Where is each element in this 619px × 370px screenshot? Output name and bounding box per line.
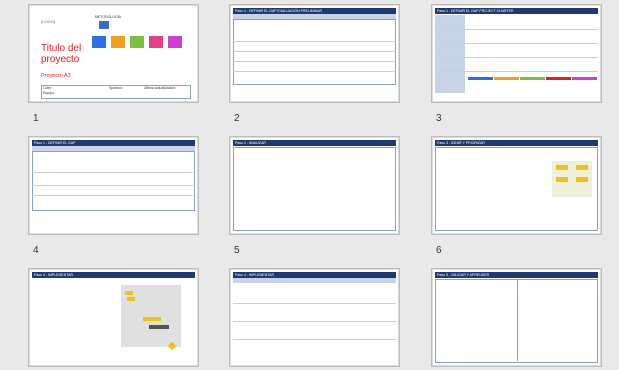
slide-header: Paso 5 - VALIDAR Y APRENDER bbox=[435, 272, 598, 278]
process-step-4 bbox=[149, 36, 163, 48]
slide-thumbnail-3[interactable]: Paso 1 - DEFINIR EL GAP PROJECT CHARTER bbox=[431, 4, 602, 103]
slide-header: Paso 1 - DEFINIR EL GAP PROJECT CHARTER bbox=[435, 8, 598, 14]
content-area bbox=[233, 147, 396, 231]
process-step-5 bbox=[168, 36, 182, 48]
cover-logo: (LOGO) bbox=[41, 19, 56, 24]
slide-thumbnail-5[interactable]: Paso 2 - ANALIZAR bbox=[229, 136, 400, 235]
slide-sorter-grid: (LOGO) METODOLOGÍA Titulo del proyecto P… bbox=[0, 0, 619, 370]
process-step-3 bbox=[130, 36, 144, 48]
cover-title-line2: proyecto bbox=[41, 54, 80, 65]
slide-thumbnail-6[interactable]: Paso 3 - IDEAR Y PRIORIZAR bbox=[431, 136, 602, 235]
slide-thumbnail-8[interactable]: Paso 4 - IMPLEMENTAR bbox=[229, 268, 400, 367]
slide-thumbnail-4[interactable]: Paso 1 - DEFINIR EL GAP bbox=[28, 136, 199, 235]
slide-number-2: 2 bbox=[234, 113, 240, 124]
field-sponsor: Sponsor: bbox=[109, 86, 124, 90]
column-divider bbox=[517, 279, 518, 361]
table-area bbox=[32, 151, 195, 211]
slide-header: Paso 4 - IMPLEMENTAR bbox=[32, 272, 195, 278]
cover-subtitle: Proyecto A3 bbox=[41, 73, 71, 79]
slide-thumbnail-1[interactable]: (LOGO) METODOLOGÍA Titulo del proyecto P… bbox=[28, 4, 199, 103]
cover-title-line1: Titulo del bbox=[41, 43, 82, 54]
slide-header: Paso 3 - IDEAR Y PRIORIZAR bbox=[435, 140, 598, 146]
slide-number-6: 6 bbox=[436, 245, 442, 256]
diagram-title: METODOLOGÍA bbox=[95, 15, 121, 19]
charter-label-column bbox=[435, 15, 465, 93]
slide-subheader bbox=[233, 278, 396, 283]
process-step-2 bbox=[111, 36, 125, 48]
table-area bbox=[233, 19, 396, 85]
slide-thumbnail-9[interactable]: Paso 5 - VALIDAR Y APRENDER bbox=[431, 268, 602, 367]
slide-thumbnail-2[interactable]: Paso 1 - DEFINIR EL GAP EVALUACIÓN PRELI… bbox=[229, 4, 400, 103]
field-equipo: Equipo: bbox=[43, 91, 55, 95]
slide-number-5: 5 bbox=[234, 245, 240, 256]
slide-number-4: 4 bbox=[33, 245, 39, 256]
field-ultima: Última actualización: bbox=[144, 86, 177, 90]
slide-number-1: 1 bbox=[33, 113, 39, 124]
process-step-1 bbox=[92, 36, 106, 48]
arrow-icon bbox=[99, 21, 109, 29]
slide-number-3: 3 bbox=[436, 113, 442, 124]
slide-thumbnail-7[interactable]: Paso 4 - IMPLEMENTAR bbox=[28, 268, 199, 367]
slide-header: Paso 2 - ANALIZAR bbox=[233, 140, 396, 146]
field-lider: Líder: bbox=[43, 86, 52, 90]
